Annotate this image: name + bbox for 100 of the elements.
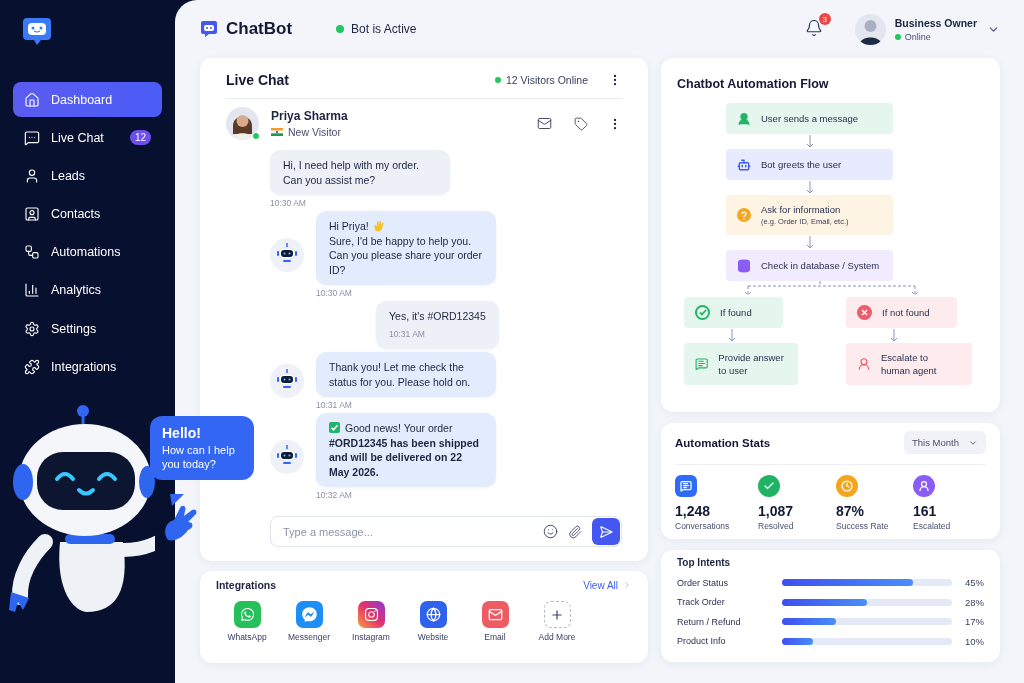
step-label: Ask for information (761, 204, 842, 215)
flow-arrow (890, 328, 898, 343)
message-field[interactable]: Type a message... (281, 524, 533, 539)
speech-text: How can I help you today? (162, 443, 236, 471)
chevron-right-icon (622, 580, 632, 590)
message-heading: Hi Priya! (329, 219, 369, 234)
online-dot (894, 33, 901, 40)
messenger-icon (295, 601, 323, 628)
intent-label: Return / Refund (677, 616, 742, 627)
stat-value: 87% (836, 503, 866, 519)
instagram-icon (357, 601, 385, 628)
view-all-link[interactable]: View All (583, 579, 618, 591)
nav-item[interactable]: Analytics (13, 272, 162, 308)
visitor-avatar (226, 107, 259, 140)
nav-icon (24, 282, 40, 299)
card-title: Automation Stats (675, 436, 771, 449)
nav-item[interactable]: Contacts (13, 196, 162, 232)
action-label: Provide answer to user (718, 351, 785, 377)
message-text: Thank you! Let me check the status for you. Please hold on. (329, 360, 472, 389)
tag-icon[interactable] (574, 116, 588, 131)
stat-value: 1,087 (758, 503, 795, 519)
visitors-online: 12 Visitors Online (505, 74, 588, 86)
user-status: Online (904, 31, 931, 42)
stat-label: Resolved (758, 521, 795, 531)
step-label: Check in database / System (761, 260, 880, 271)
nav-item[interactable]: Automations (13, 234, 162, 270)
intent-label: Order Status (677, 577, 730, 588)
intent-percent: 17% (965, 616, 984, 628)
integration-item[interactable]: Messenger (284, 601, 334, 642)
integration-item[interactable]: WhatsApp (222, 601, 272, 642)
flow-arrow (805, 235, 814, 250)
intent-percent: 45% (965, 577, 984, 589)
integration-item[interactable]: Website (408, 601, 458, 642)
flow-arrow (805, 180, 814, 195)
card-title: Top Intents (677, 557, 732, 568)
contact-name: Priya Sharma (271, 109, 348, 123)
online-dot (494, 77, 501, 83)
message-time: 10:31 AM (316, 400, 353, 410)
check-icon (329, 422, 340, 433)
nav-item[interactable]: Leads (13, 158, 162, 194)
intent-label: Product Info (677, 636, 727, 647)
message-text: Yes, it's #ORD12345 (389, 309, 486, 324)
stat-value: 161 (913, 503, 938, 519)
intent-percent: 28% (965, 596, 984, 608)
whatsapp-icon (233, 601, 261, 628)
user-avatar[interactable] (854, 13, 886, 45)
speech-tail (170, 494, 184, 506)
integration-item[interactable]: Add More (532, 601, 582, 642)
message-composer[interactable]: Type a message... (270, 516, 622, 547)
bot-avatar (270, 364, 304, 398)
integration-item[interactable]: Instagram (346, 601, 396, 642)
add-icon (543, 601, 571, 628)
period-dropdown[interactable]: This Month (904, 431, 986, 454)
nav-icon (24, 206, 40, 223)
brand-name: ChatBot (226, 19, 293, 39)
nav-item[interactable]: Settings (13, 311, 162, 347)
attachment-icon[interactable] (568, 524, 582, 539)
nav-icon (24, 167, 40, 184)
bot-avatar (270, 439, 304, 474)
flow-arrow (805, 134, 814, 149)
notification-badge: 3 (818, 13, 831, 25)
nav-icon (24, 244, 40, 261)
action-icon (695, 357, 709, 371)
waving-hand-icon (372, 220, 385, 233)
card-title: Chatbot Automation Flow (677, 77, 829, 91)
condition-label: If not found (882, 307, 930, 318)
message-time: 10:30 AM (316, 288, 353, 298)
speech-heading: Hello! (162, 425, 202, 441)
emoji-icon[interactable] (543, 524, 558, 539)
bot-avatar (270, 237, 304, 272)
mail-icon (481, 601, 509, 628)
integration-item[interactable]: Email (470, 601, 520, 642)
send-button[interactable] (592, 518, 620, 545)
status-dot (336, 25, 345, 33)
nav-icon (24, 320, 40, 337)
flag-icon (271, 128, 283, 136)
message-text: Sure, I'd be happy to help you. Can you please share your order ID? (329, 233, 483, 277)
visitor-label: New Visitor (288, 126, 341, 138)
nav-item[interactable]: Integrations (13, 349, 162, 385)
nav-icon (24, 129, 40, 146)
nav-item[interactable]: Dashboard (13, 82, 162, 117)
count-badge: 12 (129, 130, 151, 146)
step-label: Bot greets the user (761, 159, 842, 170)
message-time: 10:32 AM (316, 490, 353, 500)
online-dot (252, 132, 260, 140)
step-label: User sends a message (761, 113, 859, 124)
logo-icon (200, 20, 218, 38)
nav-item[interactable]: Live Chat 12 (13, 120, 162, 156)
logo-icon (22, 16, 52, 46)
notifications-bell-icon[interactable] (804, 19, 823, 37)
condition-label: If found (720, 307, 752, 318)
message-text: Hi, I need help with my order. Can you assist me? (283, 158, 420, 187)
mail-icon[interactable] (537, 116, 552, 131)
message-text: Good news! Your order #ORD12345 has been shipped and will be delivered on 22 May 2026. (329, 422, 479, 478)
flow-arrow (728, 328, 736, 343)
nav-icon (24, 358, 40, 375)
user-name: Business Owner (894, 16, 977, 29)
stat-label: Conversations (675, 521, 731, 531)
card-title: Live Chat (226, 72, 289, 88)
card-title: Integrations (216, 579, 277, 591)
